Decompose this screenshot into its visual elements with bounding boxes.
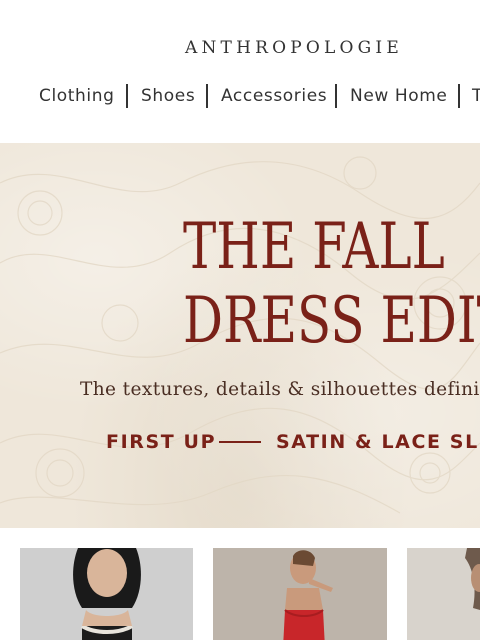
product-card-black-lace-slip[interactable]	[20, 548, 193, 640]
hero-cta-topic[interactable]: SATIN & LACE SLIP	[276, 431, 480, 453]
product-image-model-black-slip	[20, 548, 193, 640]
nav-divider	[458, 84, 460, 108]
product-image-model-third	[407, 548, 480, 640]
hero-banner[interactable]: THE FALL DRESS EDIT The textures, detail…	[0, 143, 480, 528]
nav-divider	[206, 84, 208, 108]
hero-cta-label[interactable]: FIRST UP	[106, 431, 216, 453]
product-card-third[interactable]	[407, 548, 480, 640]
hero-subtitle: The textures, details & silhouettes defi…	[80, 379, 480, 400]
product-image-model-red-slip	[213, 548, 387, 640]
nav-item-accessories[interactable]: Accessories	[221, 82, 327, 110]
nav-divider	[335, 84, 337, 108]
main-nav: Clothing Shoes Accessories New Home T	[0, 82, 480, 110]
nav-item-shoes[interactable]: Shoes	[141, 82, 195, 110]
hero-title-line-2: DRESS EDIT	[183, 284, 480, 358]
site-header: ANTHROPOLOGIE Clothing Shoes Accessories…	[0, 0, 480, 143]
nav-item-truncated[interactable]: T	[472, 82, 480, 110]
product-grid	[0, 528, 480, 640]
product-card-red-satin-slip[interactable]	[213, 548, 387, 640]
hero-title-line-1: THE FALL	[183, 210, 445, 284]
anthropologie-logo[interactable]: ANTHROPOLOGIE	[185, 38, 425, 58]
cta-divider-line	[219, 441, 261, 443]
nav-item-clothing[interactable]: Clothing	[39, 82, 115, 110]
nav-item-new-home[interactable]: New Home	[350, 82, 448, 110]
nav-divider	[126, 84, 128, 108]
